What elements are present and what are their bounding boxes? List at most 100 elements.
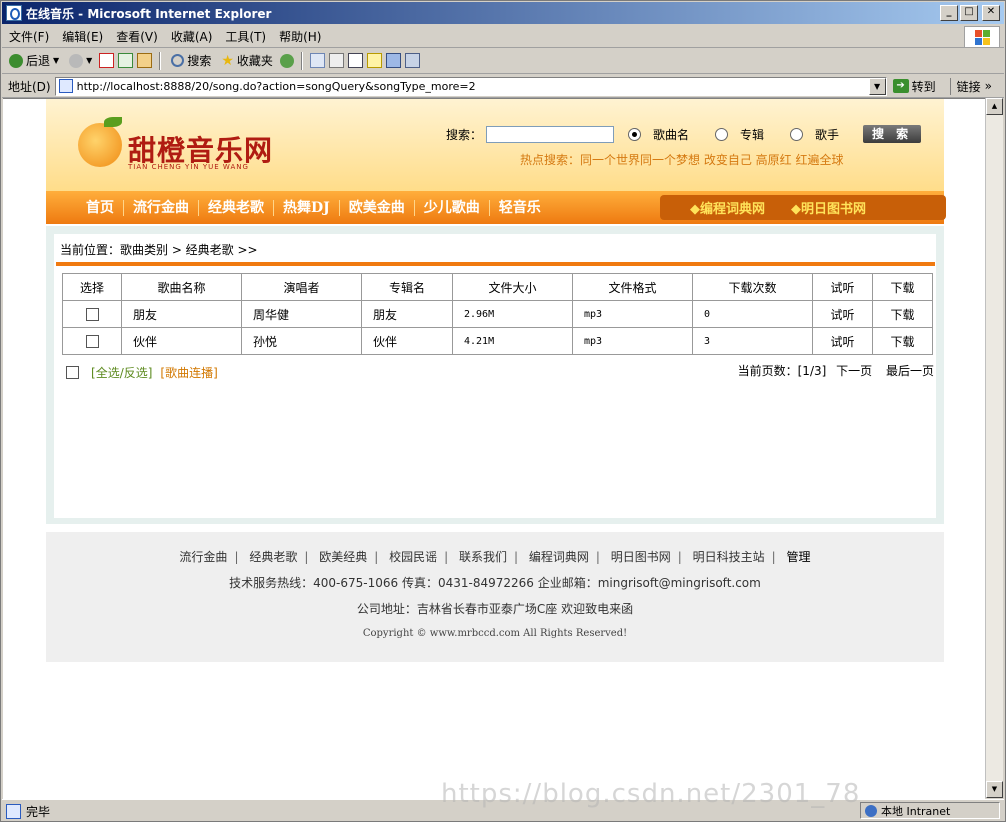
last-page-link[interactable]: 最后一页 — [886, 364, 934, 378]
menu-edit[interactable]: 编辑(E) — [55, 28, 109, 45]
print-icon[interactable] — [328, 53, 344, 68]
minimize-button[interactable]: _ — [940, 5, 958, 21]
scroll-down-icon[interactable]: ▼ — [986, 781, 1003, 798]
orange-icon — [78, 123, 122, 167]
nav-pop[interactable]: 流行金曲 — [124, 199, 199, 216]
menu-help[interactable]: 帮助(H) — [272, 28, 327, 45]
go-arrow-icon: ➔ — [892, 79, 909, 93]
radio-album-label: 专辑 — [740, 127, 765, 142]
home-icon[interactable] — [137, 53, 153, 68]
nav-classic[interactable]: 经典老歌 — [199, 199, 274, 216]
col-size: 文件大小 — [452, 273, 573, 301]
search-input[interactable] — [486, 125, 615, 143]
window-title: 在线音乐 - Microsoft Internet Explorer — [26, 6, 272, 21]
footer-link[interactable]: 经典老歌 — [244, 550, 302, 564]
partner-link-books[interactable]: ◆明日图书网 — [791, 198, 866, 217]
page-icon — [58, 79, 73, 93]
browser-window: 在线音乐 - Microsoft Internet Explorer _ □ ✕… — [0, 0, 1006, 822]
menu-favorites[interactable]: 收藏(A) — [164, 28, 219, 45]
messenger-icon[interactable] — [385, 53, 401, 68]
footer-link[interactable]: 明日科技主站 — [688, 550, 770, 564]
table-header-row: 选择 歌曲名称 演唱者 专辑名 文件大小 文件格式 下载次数 试听 下载 — [62, 273, 933, 301]
col-downloads: 下载次数 — [692, 273, 813, 301]
search-button[interactable]: 搜索 — [168, 50, 214, 72]
refresh-icon[interactable] — [118, 53, 134, 68]
history-icon[interactable] — [279, 53, 294, 68]
divider — [56, 262, 935, 266]
nav-western[interactable]: 欧美金曲 — [340, 199, 415, 216]
chevron-right-icon[interactable]: » — [985, 79, 992, 93]
radio-singer[interactable] — [790, 127, 804, 141]
chevron-down-icon[interactable]: ▼ — [86, 56, 92, 65]
footer-link[interactable]: 编程词典网 — [524, 550, 594, 564]
select-all-checkbox[interactable] — [66, 366, 79, 379]
scroll-up-icon[interactable]: ▲ — [986, 98, 1003, 115]
file-size: 2.96M — [452, 300, 573, 328]
song-name[interactable]: 伙伴 — [121, 327, 242, 355]
leaf-icon — [104, 117, 122, 127]
chevron-down-icon[interactable]: ▼ — [53, 56, 59, 65]
chevron-down-icon[interactable]: ▼ — [868, 77, 886, 95]
ie-icon — [6, 5, 22, 21]
partner-link-dictionary[interactable]: ◆编程词典网 — [690, 198, 765, 217]
footer-link[interactable]: 流行金曲 — [174, 550, 232, 564]
row-checkbox[interactable] — [85, 308, 99, 321]
links-button[interactable]: 链接 — [949, 77, 981, 95]
play-continuous-link[interactable]: 歌曲连播 — [165, 364, 213, 381]
site-logo[interactable]: 甜橙音乐网 TIAN CHENG YIN YUE WANG — [78, 117, 278, 173]
address-url: http://localhost:8888/20/song.do?action=… — [76, 79, 476, 93]
listen-link[interactable]: 试听 — [812, 327, 873, 355]
select-all-link[interactable]: 全选/反选 — [96, 364, 148, 381]
hot-search-items[interactable]: 同一个世界同一个梦想 改变自己 高原红 红遍全球 — [580, 153, 843, 167]
radio-song-name[interactable] — [628, 127, 642, 141]
menu-view[interactable]: 查看(V) — [109, 28, 164, 45]
favorites-button[interactable]: ★ 收藏夹 — [218, 50, 276, 72]
nav-home[interactable]: 首页 — [77, 199, 124, 216]
col-download: 下载 — [872, 273, 933, 301]
footer-link-admin[interactable]: 管理 — [782, 550, 816, 564]
breadcrumb: 当前位置：歌曲类别 > 经典老歌 >> — [60, 243, 258, 257]
listen-link[interactable]: 试听 — [812, 300, 873, 328]
file-format: mp3 — [572, 300, 693, 328]
nav-dj[interactable]: 热舞DJ — [274, 199, 340, 216]
footer-link[interactable]: 明日图书网 — [606, 550, 676, 564]
site-footer: 流行金曲 | 经典老歌 | 欧美经典 | 校园民谣 | 联系我们 | 编程词典网 | 明日图… — [46, 532, 944, 662]
mail-icon[interactable] — [309, 53, 325, 68]
maximize-button[interactable]: □ — [960, 5, 978, 21]
next-page-link[interactable]: 下一页 — [836, 364, 872, 378]
stop-icon[interactable] — [99, 53, 115, 68]
close-button[interactable]: ✕ — [982, 5, 1000, 21]
go-button[interactable]: ➔ 转到 — [892, 78, 936, 95]
download-link[interactable]: 下载 — [872, 327, 933, 355]
footer-link[interactable]: 联系我们 — [454, 550, 512, 564]
edit-icon[interactable] — [347, 53, 363, 68]
radio-album[interactable] — [715, 127, 729, 141]
row-select-cell — [62, 327, 122, 355]
song-name[interactable]: 朋友 — [121, 300, 242, 328]
partner-links: ◆编程词典网 ◆明日图书网 — [660, 195, 946, 220]
menu-tools[interactable]: 工具(T) — [218, 28, 272, 45]
table-row: 朋友 周华健 朋友 2.96M mp3 0 试听 下载 — [62, 300, 933, 328]
col-song-name: 歌曲名称 — [121, 273, 242, 301]
footer-contact: 技术服务热线：400-675-1066 传真：0431-84972266 企业邮… — [229, 576, 761, 590]
forward-button[interactable]: ▼ — [66, 50, 95, 72]
research-icon[interactable] — [404, 53, 420, 68]
discuss-icon[interactable] — [366, 53, 382, 68]
singer: 孙悦 — [241, 327, 362, 355]
menu-file[interactable]: 文件(F) — [2, 28, 55, 45]
download-link[interactable]: 下载 — [872, 300, 933, 328]
nav-kids[interactable]: 少儿歌曲 — [415, 199, 490, 216]
toolbar: 后退 ▼ ▼ 搜索 ★ 收藏夹 — [2, 48, 1004, 74]
back-label: 后退 — [26, 54, 51, 68]
download-count: 3 — [692, 327, 813, 355]
windows-logo-icon — [964, 26, 1000, 48]
address-input[interactable]: http://localhost:8888/20/song.do?action=… — [54, 76, 887, 96]
file-size: 4.21M — [452, 327, 573, 355]
back-button[interactable]: 后退 ▼ — [6, 50, 62, 72]
vertical-scrollbar[interactable]: ▲ ▼ — [985, 98, 1003, 798]
footer-link[interactable]: 校园民谣 — [384, 550, 442, 564]
row-checkbox[interactable] — [85, 335, 99, 348]
footer-link[interactable]: 欧美经典 — [314, 550, 372, 564]
nav-light[interactable]: 轻音乐 — [490, 200, 550, 216]
search-submit-button[interactable]: 搜 索 — [863, 125, 922, 143]
